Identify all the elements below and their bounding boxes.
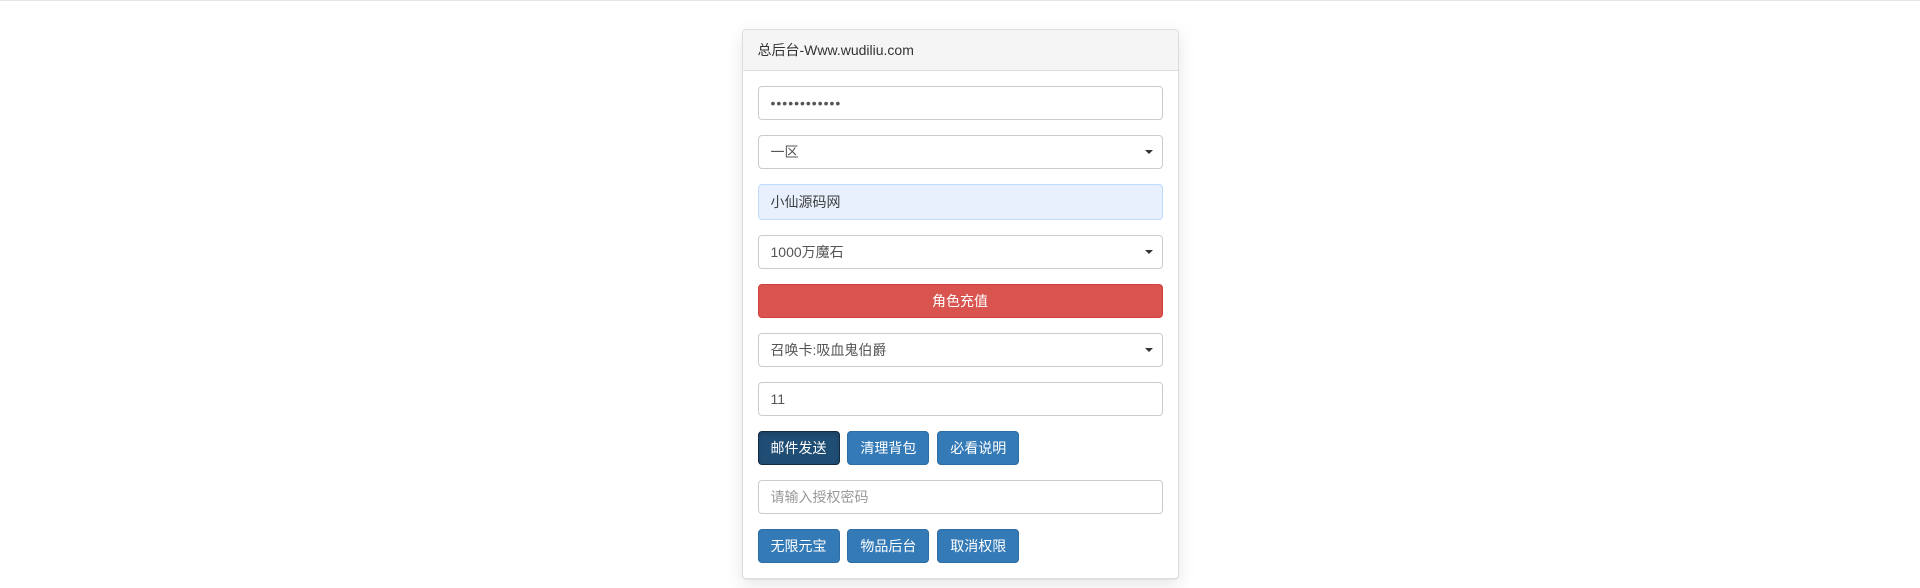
- auth-password-input[interactable]: [758, 480, 1163, 514]
- panel-title: 总后台-Www.wudiliu.com: [743, 30, 1178, 71]
- mail-send-button[interactable]: 邮件发送: [758, 431, 840, 465]
- recharge-button[interactable]: 角色充值: [758, 284, 1163, 318]
- item-select[interactable]: 召唤卡:吸血鬼伯爵: [758, 333, 1163, 367]
- unlimited-yuanbao-button[interactable]: 无限元宝: [758, 529, 840, 563]
- clear-bag-button[interactable]: 清理背包: [847, 431, 929, 465]
- auth-button-row: 无限元宝 物品后台 取消权限: [758, 529, 1163, 563]
- admin-panel: 总后台-Www.wudiliu.com 一区 小仙源码网 1000万魔石 角色充…: [742, 29, 1179, 579]
- character-name-display: 小仙源码网: [758, 184, 1163, 220]
- items-backend-button[interactable]: 物品后台: [847, 529, 929, 563]
- password-input[interactable]: [758, 86, 1163, 120]
- mail-button-row: 邮件发送 清理背包 必看说明: [758, 431, 1163, 465]
- help-button[interactable]: 必看说明: [937, 431, 1019, 465]
- revoke-auth-button[interactable]: 取消权限: [937, 529, 1019, 563]
- panel-body: 一区 小仙源码网 1000万魔石 角色充值 召唤卡:吸血鬼伯爵 邮件发送 清理背…: [743, 71, 1178, 578]
- reward-select[interactable]: 1000万魔石: [758, 235, 1163, 269]
- quantity-input[interactable]: [758, 382, 1163, 416]
- zone-select[interactable]: 一区: [758, 135, 1163, 169]
